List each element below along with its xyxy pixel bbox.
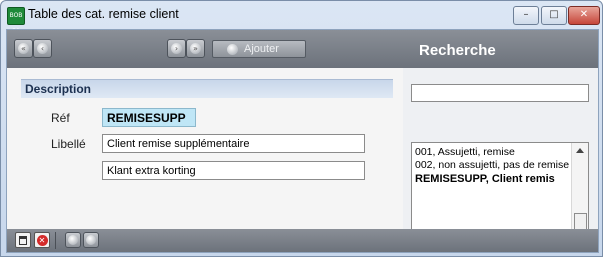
next-icon <box>86 235 96 245</box>
bottom-toolbar: ✕ <box>7 229 598 252</box>
first-record-icon: « <box>18 43 29 54</box>
save-button[interactable] <box>15 232 31 248</box>
client-area: « ‹ › » Ajouter Recherche Description Ré… <box>6 29 599 253</box>
app-icon: BOB 50 <box>7 7 25 35</box>
window-title: Table des cat. remise client <box>28 7 179 21</box>
minimize-button[interactable]: – <box>513 6 539 25</box>
list-item[interactable]: REMISESUPP, Client remis <box>415 173 555 185</box>
scroll-up-icon[interactable] <box>576 148 584 153</box>
list-item[interactable]: 002, non assujetti, pas de remise <box>415 159 569 171</box>
description-section-header: Description <box>21 79 393 98</box>
next-record-button[interactable]: › <box>167 39 186 58</box>
previous-record-button[interactable]: ‹ <box>33 39 52 58</box>
first-record-button[interactable]: « <box>14 39 33 58</box>
search-input[interactable] <box>411 84 589 102</box>
minimize-icon: – <box>523 9 529 20</box>
description-panel: Description Réf REMISESUPP Libellé Clien… <box>7 68 403 229</box>
close-button[interactable]: ✕ <box>568 6 600 25</box>
last-record-icon: » <box>190 43 201 54</box>
maximize-icon: □ <box>549 9 559 20</box>
toolbar-separator <box>55 232 56 249</box>
close-icon: ✕ <box>579 9 589 20</box>
next-record-icon: › <box>171 43 182 54</box>
description-section-title: Description <box>25 82 92 96</box>
add-button[interactable]: Ajouter <box>212 40 306 58</box>
save-icon <box>19 235 27 245</box>
libelle-alt-field[interactable]: Klant extra korting <box>102 161 365 180</box>
cancel-button[interactable]: ✕ <box>34 232 50 248</box>
top-toolbar: « ‹ › » Ajouter Recherche <box>7 30 598 68</box>
previous-icon <box>68 235 78 245</box>
last-record-button[interactable]: » <box>186 39 205 58</box>
libelle-field[interactable]: Client remise supplémentaire <box>102 134 365 153</box>
add-icon <box>227 43 238 55</box>
cancel-icon: ✕ <box>36 234 48 246</box>
maximize-button[interactable]: □ <box>541 6 567 25</box>
next-button[interactable] <box>83 232 99 248</box>
title-bar: BOB 50 Table des cat. remise client – □ … <box>1 1 602 35</box>
search-panel: 001, Assujetti, remise 002, non assujett… <box>403 68 598 252</box>
previous-record-icon: ‹ <box>37 43 48 54</box>
ref-label: Réf <box>51 111 70 125</box>
ref-field[interactable]: REMISESUPP <box>102 108 196 127</box>
search-title: Recherche <box>419 42 496 59</box>
libelle-label: Libellé <box>51 137 86 151</box>
previous-button[interactable] <box>65 232 81 248</box>
list-item[interactable]: 001, Assujetti, remise <box>415 146 515 158</box>
main-window: BOB 50 Table des cat. remise client – □ … <box>0 0 603 257</box>
add-button-label: Ajouter <box>244 43 279 55</box>
